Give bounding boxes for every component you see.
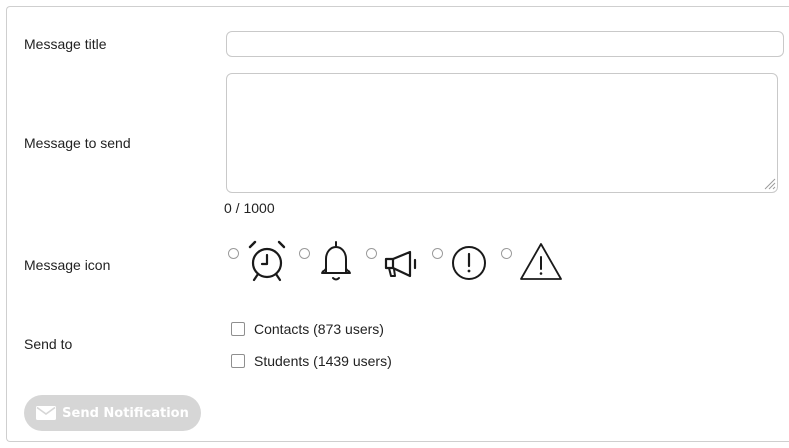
send-to-label: Send to: [24, 336, 73, 352]
character-counter: 0 / 1000: [224, 200, 275, 216]
message-icon-label: Message icon: [24, 257, 111, 273]
warning-triangle-icon[interactable]: [516, 236, 566, 288]
notification-form: [6, 6, 789, 442]
message-title-input[interactable]: [226, 31, 784, 57]
icon-radio-megaphone[interactable]: [366, 247, 377, 259]
envelope-icon: [36, 406, 57, 420]
icon-radio-warning[interactable]: [501, 247, 512, 259]
megaphone-icon[interactable]: [380, 236, 430, 288]
send-notification-label: Send Notification: [62, 405, 189, 421]
message-title-label: Message title: [24, 36, 107, 52]
bell-icon[interactable]: [314, 236, 358, 288]
send-notification-button[interactable]: Send Notification: [24, 395, 201, 431]
students-label: Students (1439 users): [254, 353, 392, 369]
recipient-students[interactable]: Students (1439 users): [231, 353, 392, 369]
icon-radio-exclamation[interactable]: [432, 247, 443, 259]
alarm-clock-icon[interactable]: [241, 236, 293, 288]
icon-radio-bell[interactable]: [299, 247, 310, 259]
message-icon-options: [228, 234, 566, 290]
students-checkbox[interactable]: [231, 354, 245, 368]
icon-radio-alarm[interactable]: [228, 247, 239, 259]
contacts-label: Contacts (873 users): [254, 321, 384, 337]
recipient-contacts[interactable]: Contacts (873 users): [231, 321, 384, 337]
exclamation-circle-icon[interactable]: [447, 236, 491, 288]
contacts-checkbox[interactable]: [231, 322, 245, 336]
message-body-label: Message to send: [24, 135, 131, 151]
message-body-textarea[interactable]: [226, 73, 778, 193]
resize-handle-icon[interactable]: [762, 176, 776, 190]
